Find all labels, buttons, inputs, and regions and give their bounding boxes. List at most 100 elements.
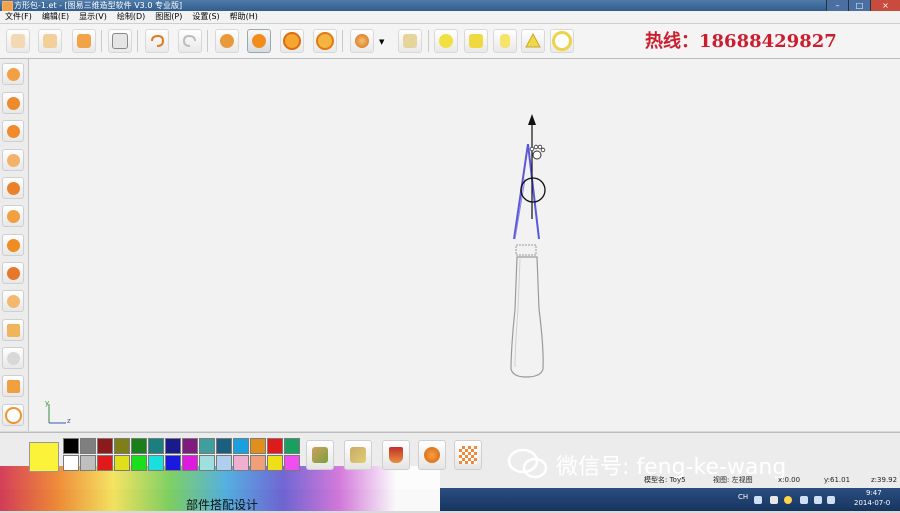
bracket-button[interactable] — [2, 375, 24, 397]
color-swatch[interactable] — [165, 455, 181, 471]
color-swatch[interactable] — [216, 455, 232, 471]
color-swatch[interactable] — [267, 438, 283, 454]
lathe-icon — [6, 209, 20, 223]
loop-button[interactable] — [2, 404, 24, 426]
cone-tool-button[interactable] — [2, 149, 24, 171]
zoom-in-button[interactable] — [280, 29, 304, 53]
color-swatch[interactable] — [80, 455, 96, 471]
color-swatch[interactable] — [267, 455, 283, 471]
torus-primitive-icon — [552, 31, 572, 51]
open-folder-button[interactable] — [72, 29, 96, 53]
open-book-icon — [43, 34, 57, 48]
torus-primitive-button[interactable] — [550, 29, 574, 53]
color-swatch[interactable] — [131, 455, 147, 471]
wave-button[interactable] — [2, 290, 24, 312]
toolbar-separator — [137, 30, 138, 52]
open-book-button[interactable] — [38, 29, 62, 53]
magic-wand-icon — [6, 67, 20, 81]
paw-select-button[interactable] — [247, 29, 271, 53]
color-swatch[interactable] — [97, 455, 113, 471]
cylinder-primitive-button[interactable] — [493, 29, 517, 53]
status-z: z:39.92 — [871, 476, 898, 484]
close-button[interactable]: × — [870, 0, 900, 11]
minimize-button[interactable]: – — [826, 0, 848, 11]
menu-image[interactable]: 图图(P) — [150, 11, 187, 23]
dropdown-arrow-icon[interactable]: ▼ — [379, 38, 384, 46]
color-swatch[interactable] — [63, 455, 79, 471]
color-swatch[interactable] — [284, 438, 300, 454]
disc-button[interactable] — [2, 262, 24, 284]
pie-button[interactable] — [2, 234, 24, 256]
color-swatch[interactable] — [80, 438, 96, 454]
color-swatch[interactable] — [199, 455, 215, 471]
lathe-button[interactable] — [2, 205, 24, 227]
fill-cup-button[interactable] — [382, 440, 410, 470]
menu-edit[interactable]: 编辑(E) — [37, 11, 74, 23]
color-swatch[interactable] — [233, 438, 249, 454]
volume-icon[interactable] — [827, 496, 835, 504]
menu-settings[interactable]: 设置(S) — [187, 11, 224, 23]
zoom-out-button[interactable] — [313, 29, 337, 53]
menu-view[interactable]: 显示(V) — [74, 11, 112, 23]
color-swatch[interactable] — [97, 438, 113, 454]
sphere-primitive-button[interactable] — [434, 29, 458, 53]
clock-date[interactable]: 2014-07-0 — [854, 499, 890, 507]
color-swatch[interactable] — [148, 438, 164, 454]
color-swatch[interactable] — [148, 455, 164, 471]
checker-texture-button[interactable] — [454, 440, 482, 470]
new-file-button[interactable] — [6, 29, 30, 53]
color-swatch[interactable] — [250, 455, 266, 471]
color-swatch[interactable] — [165, 438, 181, 454]
color-swatch[interactable] — [250, 438, 266, 454]
color-swatch[interactable] — [216, 438, 232, 454]
color-swatch[interactable] — [284, 455, 300, 471]
ice-cream-button[interactable] — [418, 440, 446, 470]
ellipse-button[interactable] — [2, 120, 24, 142]
color-swatch[interactable] — [199, 438, 215, 454]
cone-primitive-button[interactable] — [521, 29, 545, 53]
taskbar: CH 9:47 2014-07-0 — [440, 488, 900, 511]
clock-time[interactable]: 9:47 — [866, 489, 882, 497]
color-swatch[interactable] — [233, 455, 249, 471]
cylinder-primitive-icon — [500, 34, 510, 48]
bowl-button[interactable] — [2, 92, 24, 114]
current-color-swatch[interactable] — [29, 442, 59, 472]
menu-file[interactable]: 文件(F) — [0, 11, 37, 23]
ime-indicator[interactable]: CH — [738, 493, 748, 501]
print-preview-button[interactable] — [108, 29, 132, 53]
bracket-icon — [6, 379, 20, 393]
color-swatch[interactable] — [63, 438, 79, 454]
color-swatch[interactable] — [114, 438, 130, 454]
color-swatch[interactable] — [182, 455, 198, 471]
color-swatch[interactable] — [131, 438, 147, 454]
axis-arrow-head — [528, 114, 536, 125]
tray-app-icon[interactable] — [784, 496, 792, 504]
redo-button[interactable] — [178, 29, 202, 53]
network-icon[interactable] — [770, 496, 778, 504]
brush-button[interactable] — [306, 440, 334, 470]
viewport-canvas[interactable] — [29, 59, 900, 431]
view-options-button[interactable] — [398, 29, 422, 53]
bottle-model[interactable] — [510, 244, 544, 378]
airbrush-button[interactable] — [344, 440, 372, 470]
magic-wand-button[interactable] — [2, 63, 24, 85]
paw-select-icon — [252, 34, 266, 48]
menu-help[interactable]: 帮助(H) — [225, 11, 263, 23]
sphere-primitive-icon — [439, 34, 453, 48]
grid-button[interactable] — [2, 319, 24, 341]
menu-draw[interactable]: 绘制(D) — [112, 11, 150, 23]
gear-tool-button[interactable] — [2, 177, 24, 199]
display-icon[interactable] — [814, 496, 822, 504]
butterfly-button[interactable] — [2, 347, 24, 369]
color-swatch[interactable] — [114, 455, 130, 471]
color-swatch[interactable] — [182, 438, 198, 454]
butterfly-icon — [6, 351, 20, 365]
flag-icon[interactable] — [800, 496, 808, 504]
cube-primitive-button[interactable] — [464, 29, 488, 53]
status-y: y:61.01 — [824, 476, 851, 484]
maximize-button[interactable]: □ — [848, 0, 870, 11]
keyboard-icon[interactable] — [754, 496, 762, 504]
undo-button[interactable] — [145, 29, 169, 53]
move-button[interactable] — [215, 29, 239, 53]
render-button[interactable] — [350, 29, 374, 53]
